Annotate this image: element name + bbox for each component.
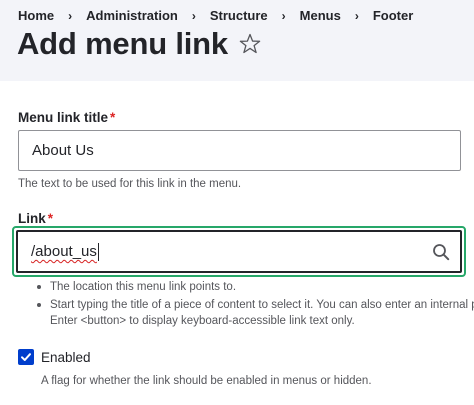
menu-link-title-input[interactable]: About Us bbox=[18, 130, 461, 171]
breadcrumb-separator: › bbox=[281, 8, 286, 23]
page-title: Add menu link bbox=[17, 26, 228, 61]
star-outline-icon[interactable] bbox=[238, 32, 262, 56]
breadcrumb-structure[interactable]: Structure bbox=[210, 8, 268, 23]
required-marker: * bbox=[110, 110, 116, 125]
page-title-row: Add menu link bbox=[17, 26, 262, 62]
breadcrumb-separator: › bbox=[354, 8, 359, 23]
breadcrumb: Home › Administration › Structure › Menu… bbox=[18, 8, 413, 23]
breadcrumb-administration[interactable]: Administration bbox=[86, 8, 178, 23]
menu-link-title-value: About Us bbox=[32, 142, 94, 159]
menu-link-title-label: Menu link title * bbox=[18, 110, 116, 125]
enabled-checkbox[interactable] bbox=[18, 349, 34, 365]
breadcrumb-footer[interactable]: Footer bbox=[373, 8, 413, 23]
enabled-label[interactable]: Enabled bbox=[41, 350, 91, 365]
text-caret bbox=[97, 242, 99, 261]
breadcrumb-menus[interactable]: Menus bbox=[300, 8, 341, 23]
enabled-checkbox-row[interactable]: Enabled bbox=[18, 349, 91, 365]
link-help-item: Start typing the title of a piece of con… bbox=[36, 297, 474, 329]
search-icon[interactable] bbox=[432, 243, 450, 261]
breadcrumb-separator: › bbox=[191, 8, 196, 23]
link-input[interactable]: /about_us bbox=[16, 230, 462, 273]
link-value: /about_us bbox=[31, 243, 97, 260]
page-header: Home › Administration › Structure › Menu… bbox=[0, 0, 474, 81]
enabled-description: A flag for whether the link should be en… bbox=[41, 375, 372, 387]
checkmark-icon bbox=[21, 353, 31, 361]
link-help-item: The location this menu link points to. bbox=[36, 279, 474, 295]
menu-link-title-description: The text to be used for this link in the… bbox=[18, 178, 242, 190]
link-label: Link * bbox=[18, 211, 54, 226]
breadcrumb-separator: › bbox=[68, 8, 73, 23]
link-help-list: The location this menu link points to. S… bbox=[36, 279, 474, 329]
breadcrumb-home[interactable]: Home bbox=[18, 8, 54, 23]
required-marker: * bbox=[47, 211, 54, 226]
